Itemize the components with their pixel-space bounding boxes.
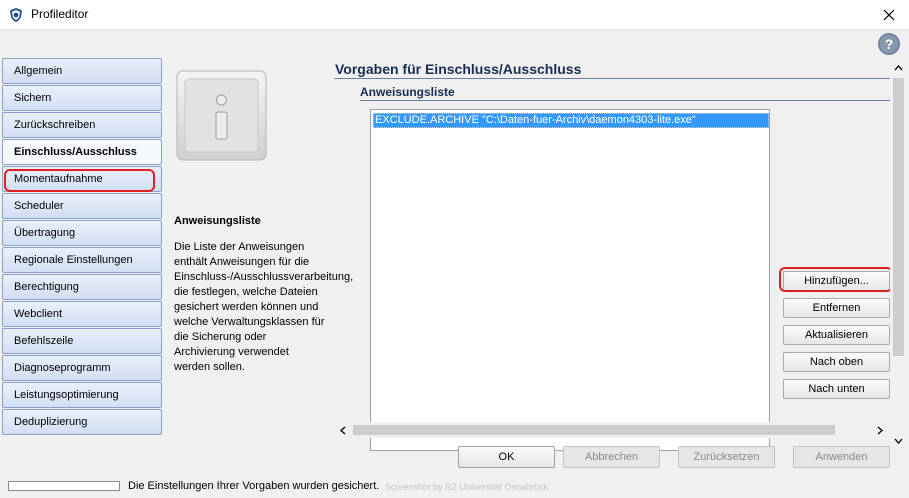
apply-button[interactable]: Anwenden bbox=[793, 446, 890, 468]
scroll-right-arrow[interactable] bbox=[873, 422, 887, 438]
chevron-up-icon bbox=[894, 65, 903, 71]
status-bar: Die Einstellungen Ihrer Vorgaben wurden … bbox=[0, 473, 909, 498]
scroll-thumb[interactable] bbox=[893, 78, 904, 356]
shield-icon bbox=[10, 8, 22, 22]
scroll-left-arrow[interactable] bbox=[336, 422, 350, 438]
sidebar-item-leistungsoptimierung[interactable]: Leistungsoptimierung bbox=[2, 382, 162, 408]
cancel-button[interactable]: Abbrechen bbox=[563, 446, 660, 468]
sidebar-item-regionale-einstellungen[interactable]: Regionale Einstellungen bbox=[2, 247, 162, 273]
sidebar-item-deduplizierung[interactable]: Deduplizierung bbox=[2, 409, 162, 435]
ok-button[interactable]: OK bbox=[458, 446, 555, 468]
move-up-button[interactable]: Nach oben bbox=[783, 352, 890, 372]
add-button[interactable]: Hinzufügen... bbox=[783, 271, 890, 291]
sidebar-item-zurueckschreiben[interactable]: Zurückschreiben bbox=[2, 112, 162, 138]
window-title: Profileditor bbox=[31, 7, 89, 21]
sidebar-item-webclient[interactable]: Webclient bbox=[2, 301, 162, 327]
chevron-left-icon bbox=[340, 426, 346, 434]
sidebar-item-einschluss-ausschluss[interactable]: Einschluss/Ausschluss bbox=[2, 139, 162, 165]
info-panel: Anweisungsliste Die Liste der Anweisunge… bbox=[163, 58, 354, 468]
svg-text:?: ? bbox=[885, 36, 894, 52]
main-panel: Vorgaben für Einschluss/Ausschluss Anwei… bbox=[334, 58, 893, 468]
dialog-client: ? Allgemein Sichern Zurückschreiben Eins… bbox=[0, 30, 909, 498]
move-down-button[interactable]: Nach unten bbox=[783, 379, 890, 399]
close-icon bbox=[883, 9, 895, 21]
subsection-title: Anweisungsliste bbox=[360, 85, 455, 99]
sidebar-item-befehlszeile[interactable]: Befehlszeile bbox=[2, 328, 162, 354]
list-item[interactable]: EXCLUDE.ARCHIVE "C:\Daten-fuer-Archiv\da… bbox=[373, 113, 769, 128]
sidebar-nav: Allgemein Sichern Zurückschreiben Einsch… bbox=[2, 58, 162, 468]
sidebar-item-momentaufnahme[interactable]: Momentaufnahme bbox=[2, 166, 162, 192]
info-title: Anweisungsliste bbox=[174, 215, 261, 227]
scroll-thumb[interactable] bbox=[353, 425, 835, 435]
reset-button[interactable]: Zurücksetzen bbox=[678, 446, 775, 468]
horizontal-scrollbar[interactable] bbox=[334, 422, 890, 438]
sidebar-item-scheduler[interactable]: Scheduler bbox=[2, 193, 162, 219]
status-message: Die Einstellungen Ihrer Vorgaben wurden … bbox=[128, 480, 380, 492]
info-description: Die Liste der Anweisungen enthält Anweis… bbox=[174, 241, 354, 373]
scroll-down-arrow[interactable] bbox=[890, 434, 907, 448]
scroll-up-arrow[interactable] bbox=[890, 61, 907, 75]
help-icon[interactable]: ? bbox=[877, 32, 901, 56]
update-button[interactable]: Aktualisieren bbox=[783, 325, 890, 345]
watermark: Screenshot by RZ Universität Osnabrück bbox=[385, 482, 549, 492]
title-bar: Profileditor bbox=[0, 0, 909, 30]
sidebar-item-sichern[interactable]: Sichern bbox=[2, 85, 162, 111]
progress-bar bbox=[8, 481, 120, 491]
statement-list[interactable]: EXCLUDE.ARCHIVE "C:\Daten-fuer-Archiv\da… bbox=[370, 109, 770, 451]
close-button[interactable] bbox=[869, 0, 909, 30]
sidebar-item-allgemein[interactable]: Allgemein bbox=[2, 58, 162, 84]
sidebar-item-berechtigung[interactable]: Berechtigung bbox=[2, 274, 162, 300]
divider bbox=[334, 78, 890, 79]
divider bbox=[360, 100, 890, 101]
chevron-down-icon bbox=[894, 438, 903, 444]
vertical-scrollbar[interactable] bbox=[890, 58, 907, 468]
info-icon bbox=[176, 70, 267, 161]
sidebar-item-uebertragung[interactable]: Übertragung bbox=[2, 220, 162, 246]
sidebar-item-diagnoseprogramm[interactable]: Diagnoseprogramm bbox=[2, 355, 162, 381]
remove-button[interactable]: Entfernen bbox=[783, 298, 890, 318]
section-title: Vorgaben für Einschluss/Ausschluss bbox=[335, 61, 582, 77]
chevron-right-icon bbox=[877, 426, 883, 434]
